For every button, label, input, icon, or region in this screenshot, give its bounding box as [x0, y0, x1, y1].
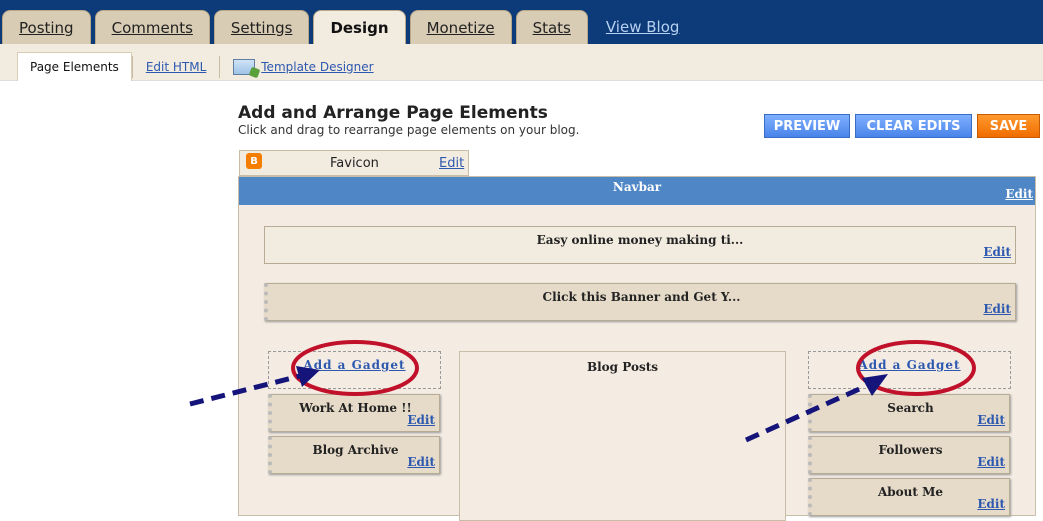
- blog-posts-gadget[interactable]: Blog Posts: [459, 351, 786, 521]
- blog-posts-label: Blog Posts: [586, 360, 659, 374]
- left-gadget-2-edit-link[interactable]: Edit: [407, 455, 435, 469]
- subtab-edit-html[interactable]: Edit HTML: [131, 55, 219, 78]
- tab-settings[interactable]: Settings: [213, 10, 310, 44]
- layout-editor: Navbar Edit Easy online money making ti.…: [238, 176, 1036, 521]
- template-designer-icon: [233, 58, 256, 75]
- tab-stats[interactable]: Stats: [515, 10, 588, 44]
- template-designer-label: Template Designer: [261, 59, 374, 74]
- header-gadget-1[interactable]: Easy online money making ti... Edit: [264, 226, 1016, 264]
- navbar-gadget: Navbar Edit: [239, 177, 1035, 205]
- favicon-edit-link[interactable]: Edit: [439, 156, 464, 171]
- preview-button[interactable]: PREVIEW: [764, 114, 850, 138]
- right-gadget-1-edit-link[interactable]: Edit: [977, 413, 1005, 427]
- header-gadget-2-label: Click this Banner and Get Y...: [542, 290, 741, 304]
- left-sidebar-add-gadget[interactable]: Add a Gadget: [268, 351, 441, 389]
- right-gadget-about-me[interactable]: About Me Edit: [808, 478, 1010, 516]
- tab-posting[interactable]: Posting: [2, 10, 91, 44]
- left-gadget-1-edit-link[interactable]: Edit: [407, 413, 435, 427]
- subtab-page-elements[interactable]: Page Elements: [17, 52, 132, 81]
- tab-design[interactable]: Design: [313, 10, 406, 44]
- right-sidebar-add-gadget[interactable]: Add a Gadget: [808, 351, 1011, 389]
- page-title: Add and Arrange Page Elements: [238, 103, 548, 123]
- tab-monetize[interactable]: Monetize: [409, 10, 512, 44]
- favicon-label: Favicon: [330, 156, 379, 171]
- header-gadget-1-label: Easy online money making ti...: [536, 233, 744, 247]
- left-gadget-work-at-home[interactable]: Work At Home !! Edit: [268, 394, 440, 432]
- right-gadget-followers[interactable]: Followers Edit: [808, 436, 1010, 474]
- save-button[interactable]: SAVE: [977, 114, 1040, 138]
- subtab-template-designer[interactable]: Template Designer: [219, 55, 386, 78]
- navbar-label: Navbar: [612, 180, 662, 194]
- right-gadget-search[interactable]: Search Edit: [808, 394, 1010, 432]
- right-gadget-3-edit-link[interactable]: Edit: [977, 497, 1005, 511]
- left-add-gadget-link[interactable]: Add a Gadget: [269, 358, 440, 372]
- right-gadget-2-edit-link[interactable]: Edit: [977, 455, 1005, 469]
- page-subtitle: Click and drag to rearrange page element…: [238, 123, 580, 137]
- navbar-edit-link[interactable]: Edit: [1005, 187, 1033, 201]
- clear-edits-button[interactable]: CLEAR EDITS: [855, 114, 972, 138]
- header-gadget-1-edit-link[interactable]: Edit: [983, 245, 1011, 259]
- favicon-gadget: B Favicon Edit: [239, 150, 469, 176]
- blogger-icon: B: [246, 153, 262, 169]
- left-gadget-blog-archive[interactable]: Blog Archive Edit: [268, 436, 440, 474]
- header-gadget-2-edit-link[interactable]: Edit: [983, 302, 1011, 316]
- main-tabs: Posting Comments Settings Design Monetiz…: [0, 10, 679, 44]
- header-gadget-2[interactable]: Click this Banner and Get Y... Edit: [264, 283, 1016, 321]
- view-blog-link[interactable]: View Blog: [606, 10, 680, 44]
- right-add-gadget-link[interactable]: Add a Gadget: [809, 358, 1010, 372]
- top-navigation-bar: Posting Comments Settings Design Monetiz…: [0, 0, 1043, 44]
- design-subtabs-bar: Page Elements Edit HTML Template Designe…: [0, 44, 1043, 81]
- tab-comments[interactable]: Comments: [94, 10, 210, 44]
